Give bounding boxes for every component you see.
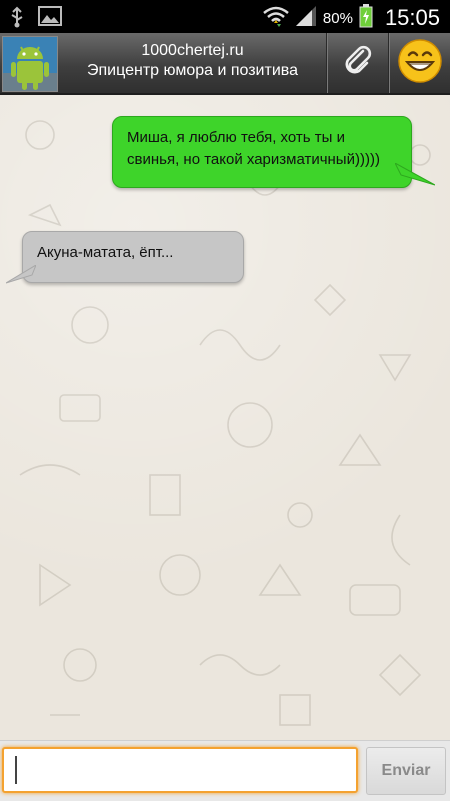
message-bubble-incoming[interactable]: Акуна-матата, ёпт... [22,231,244,283]
clock: 15:05 [384,5,440,30]
message-text: Акуна-матата, ёпт... [37,244,174,261]
avatar[interactable] [2,36,58,92]
battery-charging-icon [359,4,373,32]
composer-bar: Enviar [0,740,450,801]
battery-percent: 80% [322,9,353,27]
paperclip-icon [341,44,375,82]
attach-button[interactable] [326,33,389,93]
android-robot-icon [3,37,57,95]
usb-icon [10,6,24,32]
message-bubble-outgoing[interactable]: Миша, я люблю тебя, хоть ты и свинья, но… [112,116,412,188]
message-text-line: свинья, но такой харизматичный))))) [127,151,380,168]
message-text-line: Миша, я люблю тебя, хоть ты и [127,129,345,146]
bubble-tail-outgoing [395,163,435,186]
background-doodle-pattern [19,120,431,726]
contact-info[interactable]: 1000chertej.ru Эпицентр юмора и позитива [60,41,325,81]
status-bar: 80% 15:05 [0,0,450,33]
send-button[interactable]: Enviar [366,747,446,795]
bubble-tail-incoming [6,265,36,284]
signal-icon [295,5,317,31]
smiley-icon [397,38,443,88]
text-caret [15,756,17,784]
contact-name: 1000chertej.ru [141,42,244,59]
emoji-button[interactable] [388,33,450,93]
conversation-area[interactable]: Миша, я люблю тебя, хоть ты и свинья, но… [0,95,450,740]
image-icon [38,6,62,32]
message-input[interactable] [2,747,358,793]
chat-header: 1000chertej.ru Эпицентр юмора и позитива [0,33,450,95]
wifi-icon [263,5,289,31]
contact-status: Эпицентр юмора и позитива [87,62,298,79]
